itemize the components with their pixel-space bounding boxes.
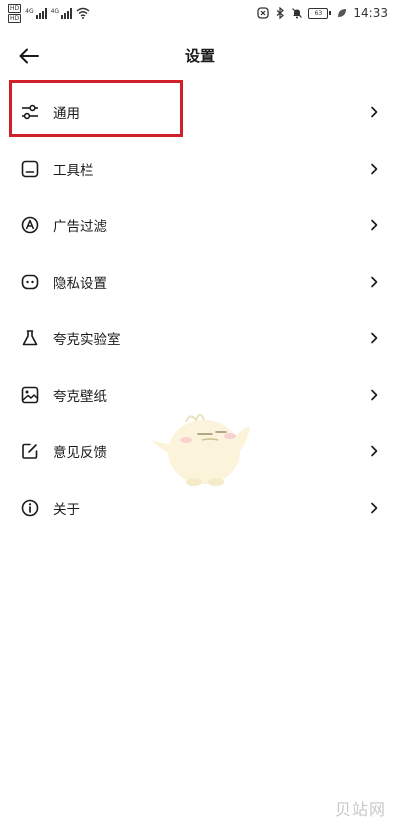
hd-badge: HD (8, 13, 22, 23)
hd-badges: HD HD (8, 3, 22, 23)
nfc-icon (257, 7, 270, 19)
status-time: 14:33 (353, 6, 388, 20)
edit-feedback-icon (20, 441, 40, 461)
chevron-right-icon (371, 276, 378, 288)
settings-item-privacy[interactable]: 隐私设置 (0, 254, 400, 311)
page-title: 设置 (184, 47, 215, 65)
status-bar: HD HD 4G 4G 63 14:33 (0, 0, 400, 28)
chevron-right-icon (371, 163, 378, 175)
chevron-right-icon (371, 389, 378, 401)
wifi-icon (76, 7, 90, 19)
network-type-label: 4G (25, 7, 34, 15)
cellular-signal-1: 4G (25, 7, 47, 19)
hd-badge: HD (8, 3, 22, 13)
settings-item-lab[interactable]: 夸克实验室 (0, 310, 400, 367)
signal-bars-icon (61, 7, 73, 19)
header: 设置 (0, 34, 400, 78)
chevron-right-icon (371, 445, 378, 457)
chevron-right-icon (371, 106, 378, 118)
toolbar-icon (20, 159, 40, 179)
settings-item-label: 隐私设置 (53, 275, 107, 292)
bell-off-icon (292, 8, 303, 19)
privacy-mask-icon (20, 272, 40, 292)
settings-item-label: 夸克壁纸 (53, 388, 107, 405)
settings-item-label: 夸克实验室 (53, 332, 121, 349)
settings-item-label: 关于 (53, 501, 80, 518)
settings-item-label: 通用 (53, 106, 80, 123)
bluetooth-icon (277, 7, 285, 19)
status-bar-right: 63 14:33 (257, 4, 388, 22)
flask-icon (20, 328, 40, 348)
site-watermark: 贝站网 (334, 800, 386, 819)
settings-item-ad-filter[interactable]: 广告过滤 (0, 197, 400, 254)
settings-item-general[interactable]: 通用 (0, 84, 400, 141)
cellular-signal-2: 4G (50, 7, 73, 19)
settings-item-label: 广告过滤 (53, 219, 107, 236)
sliders-icon (20, 102, 40, 122)
ad-filter-icon (20, 215, 40, 235)
chevron-right-icon (371, 332, 378, 344)
info-icon (20, 498, 40, 518)
status-bar-left: HD HD 4G 4G (8, 3, 90, 23)
chevron-right-icon (371, 502, 378, 514)
leaf-icon (338, 9, 347, 17)
battery-level: 63 (308, 7, 329, 19)
settings-item-label: 意见反馈 (53, 445, 107, 462)
network-type-label: 4G (50, 7, 60, 15)
mascot-watermark-image (150, 414, 250, 486)
settings-item-label: 工具栏 (53, 162, 94, 179)
wallpaper-image-icon (20, 385, 40, 405)
battery-icon: 63 (308, 7, 332, 19)
chevron-right-icon (371, 219, 378, 231)
signal-bars-icon (35, 7, 47, 19)
settings-item-toolbar[interactable]: 工具栏 (0, 141, 400, 198)
